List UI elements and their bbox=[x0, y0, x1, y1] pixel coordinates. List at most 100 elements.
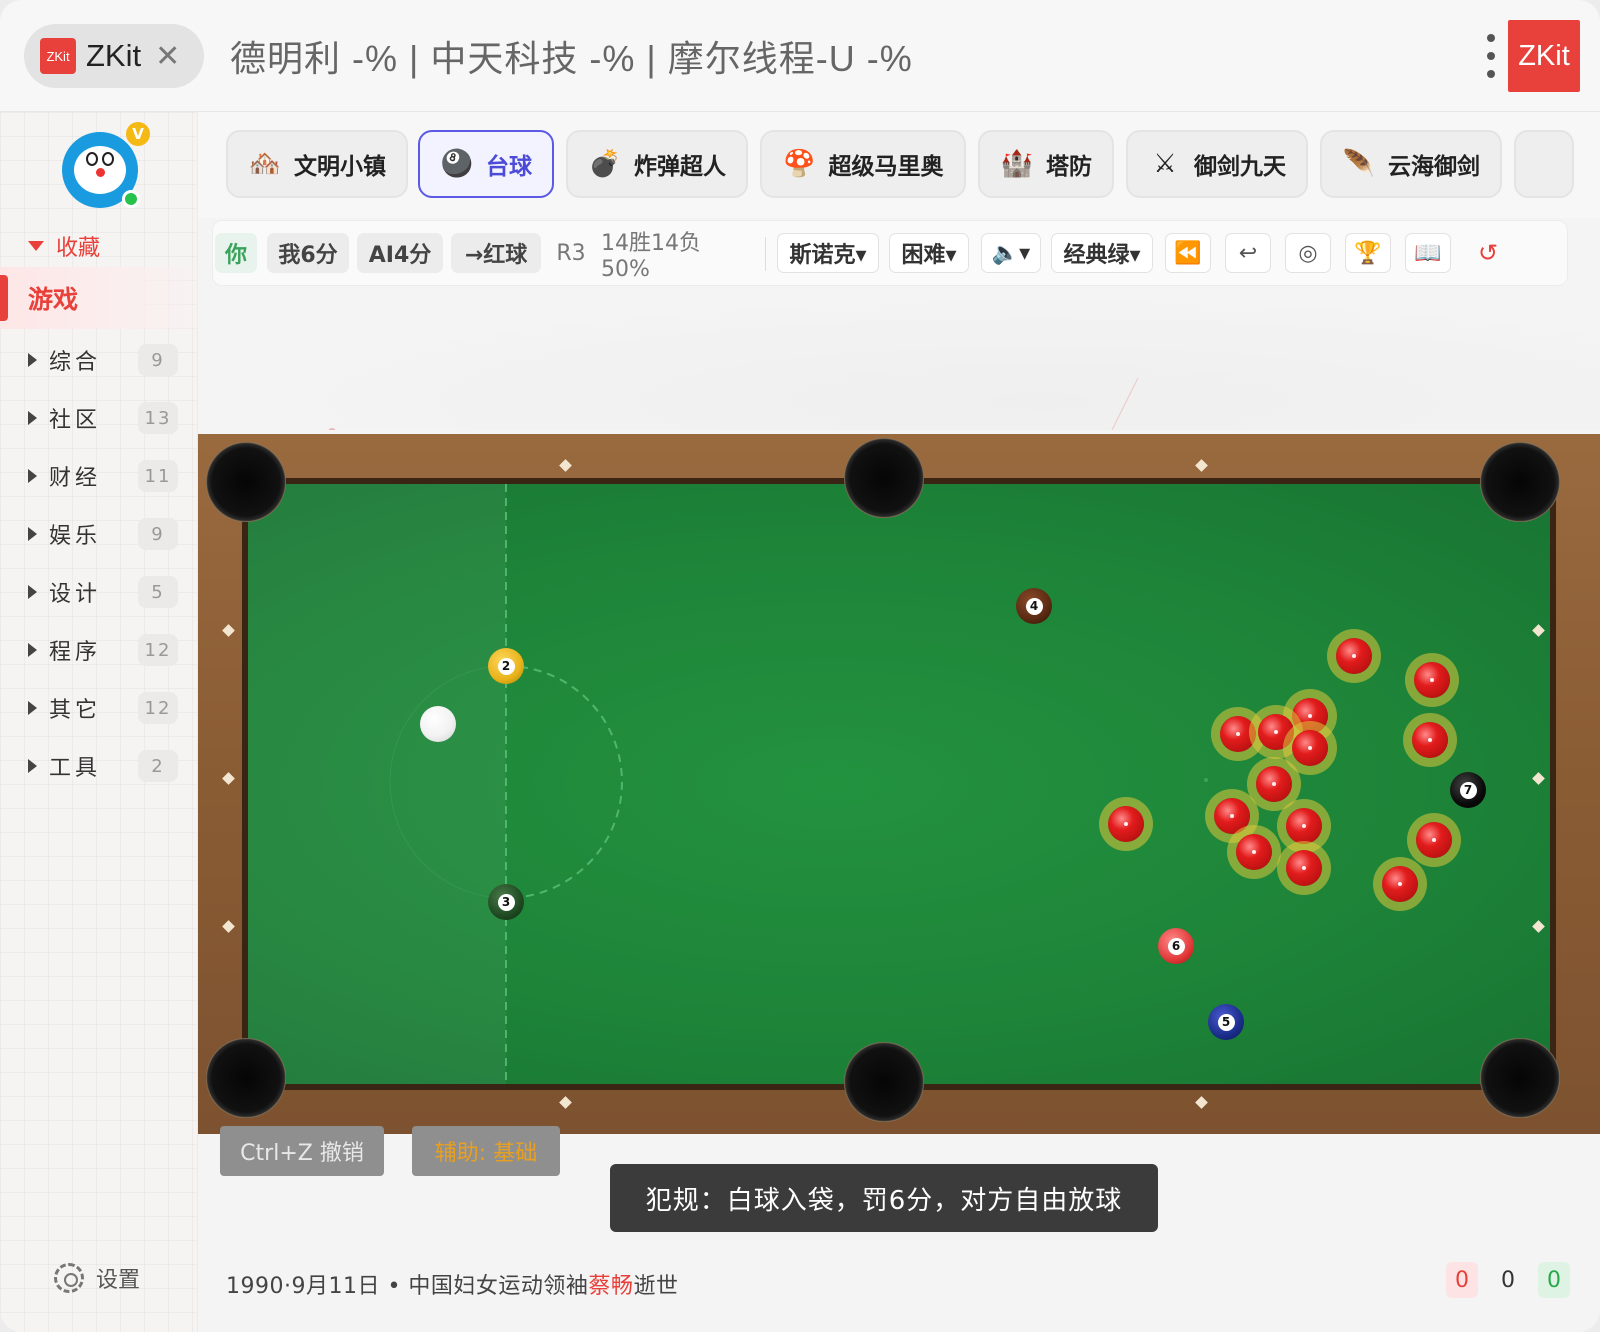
category-name: 其它 bbox=[49, 698, 102, 723]
more-menu-icon[interactable] bbox=[1485, 34, 1497, 78]
restart-icon[interactable]: ↺ bbox=[1465, 233, 1511, 273]
mode-select[interactable]: 斯诺克▾ bbox=[777, 233, 879, 273]
difficulty-select[interactable]: 困难▾ bbox=[889, 233, 969, 273]
pocket-bottom-left bbox=[206, 1038, 286, 1118]
category-name: 社区 bbox=[49, 408, 102, 433]
sidebar: V 收藏 游戏 综合 9 社区 13 财经 11 娱乐 9 设计 5 程序 12… bbox=[0, 112, 198, 1332]
settings-label: 设置 bbox=[96, 1268, 141, 1293]
main-content: 🏘️ 文明小镇 🎱 台球 💣 炸弹超人 🍄 超级马里奥 🏰 塔防 ⚔ 御剑九天 … bbox=[198, 112, 1600, 1332]
ball-7: 7 bbox=[1450, 772, 1486, 808]
target-icon[interactable]: ◎ bbox=[1285, 233, 1331, 273]
caret-right-icon bbox=[28, 643, 37, 657]
tab-cloud-sword[interactable]: 🪶 云海御剑 bbox=[1320, 130, 1502, 198]
tab-bomber[interactable]: 💣 炸弹超人 bbox=[566, 130, 748, 198]
status-counters: 0 0 0 bbox=[1446, 1262, 1570, 1298]
app-tab[interactable]: ZKit ZKit ✕ bbox=[24, 24, 204, 88]
my-score: 我6分 bbox=[267, 233, 349, 273]
rewind-icon[interactable]: ⏪ bbox=[1165, 233, 1211, 273]
mushroom-icon: 🍄 bbox=[783, 149, 816, 179]
online-status-icon bbox=[122, 190, 140, 208]
tab-label: 御剑九天 bbox=[1194, 154, 1286, 180]
gear-icon bbox=[54, 1263, 84, 1293]
win-record: 14胜14负 50% bbox=[601, 230, 701, 282]
category-count: 12 bbox=[138, 692, 178, 724]
book-icon[interactable]: 📖 bbox=[1405, 233, 1451, 273]
pocket-bottom-right bbox=[1480, 1038, 1560, 1118]
pocket-top-middle bbox=[844, 438, 924, 518]
green-counter: 0 bbox=[1538, 1262, 1570, 1298]
pocket-top-right bbox=[1480, 442, 1560, 522]
settings-button[interactable]: 设置 bbox=[54, 1262, 140, 1294]
tab-label: 超级马里奥 bbox=[828, 154, 944, 180]
caret-right-icon bbox=[28, 469, 37, 483]
category-count: 12 bbox=[138, 634, 178, 666]
tab-overflow[interactable] bbox=[1514, 130, 1574, 198]
sound-select[interactable]: 🔈▾ bbox=[981, 233, 1041, 273]
category-name: 程序 bbox=[49, 640, 102, 665]
news-text: 1990·9月11日 • 中国妇女运动领袖 bbox=[226, 1274, 589, 1299]
table-felt[interactable]: 2 3 4 5 6 7 bbox=[248, 484, 1550, 1084]
ball-5: 5 bbox=[1208, 1004, 1244, 1040]
sidebar-category[interactable]: 综合 9 bbox=[28, 340, 178, 380]
news-highlight: 蔡畅 bbox=[588, 1274, 634, 1299]
trophy-icon[interactable]: 🏆 bbox=[1345, 233, 1391, 273]
ai-score: AI4分 bbox=[357, 233, 443, 273]
sidebar-item-label: 游戏 bbox=[28, 285, 79, 314]
tab-sword-nine[interactable]: ⚔ 御剑九天 bbox=[1126, 130, 1308, 198]
return-icon[interactable]: ↩ bbox=[1225, 233, 1271, 273]
game-toolbar: 你 我6分 AI4分 →红球 R3 14胜14负 50% 斯诺克▾ 困难▾ 🔈▾… bbox=[212, 220, 1568, 286]
tab-mario[interactable]: 🍄 超级马里奥 bbox=[760, 130, 966, 198]
news-text-suffix: 逝世 bbox=[633, 1274, 679, 1299]
ball-4: 4 bbox=[1016, 588, 1052, 624]
tab-label: 云海御剑 bbox=[1388, 154, 1480, 180]
undo-button[interactable]: Ctrl+Z 撤销 bbox=[220, 1126, 384, 1176]
billiard-table[interactable]: 2 3 4 5 6 7 bbox=[198, 434, 1600, 1134]
sidebar-category[interactable]: 娱乐 9 bbox=[28, 514, 178, 554]
sidebar-category[interactable]: 设计 5 bbox=[28, 572, 178, 612]
caret-right-icon bbox=[28, 759, 37, 773]
caret-right-icon bbox=[28, 353, 37, 367]
red-ball bbox=[1292, 698, 1328, 734]
tab-label: 文明小镇 bbox=[294, 154, 386, 180]
red-counter: 0 bbox=[1446, 1262, 1478, 1298]
round-label: R3 bbox=[556, 240, 586, 266]
category-name: 财经 bbox=[49, 466, 102, 491]
tab-label: 炸弹超人 bbox=[634, 154, 726, 180]
tab-billiards[interactable]: 🎱 台球 bbox=[418, 130, 554, 198]
caret-right-icon bbox=[28, 585, 37, 599]
sidebar-item-games[interactable]: 游戏 bbox=[0, 267, 198, 329]
crossed-swords-icon: ⚔ bbox=[1153, 149, 1177, 179]
zkit-logo-icon: ZKit bbox=[40, 38, 76, 74]
cue-ball[interactable] bbox=[420, 706, 456, 742]
sidebar-category[interactable]: 程序 12 bbox=[28, 630, 178, 670]
favorites-toggle[interactable]: 收藏 bbox=[28, 230, 100, 262]
red-ball bbox=[1414, 662, 1450, 698]
tab-tower-defense[interactable]: 🏰 塔防 bbox=[978, 130, 1114, 198]
sidebar-category[interactable]: 财经 11 bbox=[28, 456, 178, 496]
red-ball bbox=[1416, 822, 1452, 858]
tab-civ-town[interactable]: 🏘️ 文明小镇 bbox=[226, 130, 408, 198]
game-tab-bar: 🏘️ 文明小镇 🎱 台球 💣 炸弹超人 🍄 超级马里奥 🏰 塔防 ⚔ 御剑九天 … bbox=[198, 112, 1600, 218]
sidebar-category[interactable]: 社区 13 bbox=[28, 398, 178, 438]
foul-toast: 犯规：白球入袋，罚6分，对方自由放球 bbox=[610, 1164, 1158, 1232]
red-ball bbox=[1220, 716, 1256, 752]
red-ball bbox=[1108, 806, 1144, 842]
assist-level-button[interactable]: 辅助: 基础 bbox=[412, 1126, 560, 1176]
house-icon: 🏘️ bbox=[248, 149, 282, 179]
close-icon[interactable]: ✕ bbox=[155, 39, 180, 74]
brand-badge[interactable]: ZKit bbox=[1508, 20, 1580, 92]
category-name: 设计 bbox=[49, 582, 102, 607]
category-count: 9 bbox=[138, 518, 178, 550]
sidebar-category[interactable]: 其它 12 bbox=[28, 688, 178, 728]
theme-select[interactable]: 经典绿▾ bbox=[1051, 233, 1153, 273]
tab-label: 塔防 bbox=[1046, 154, 1092, 180]
active-indicator bbox=[0, 275, 8, 321]
bomb-icon: 💣 bbox=[588, 149, 622, 179]
red-ball bbox=[1258, 714, 1294, 750]
news-ticker[interactable]: 1990·9月11日 • 中国妇女运动领袖蔡畅逝世 bbox=[226, 1268, 678, 1300]
red-ball bbox=[1236, 834, 1272, 870]
red-ball bbox=[1412, 722, 1448, 758]
pocket-top-left bbox=[206, 442, 286, 522]
app-tab-label: ZKit bbox=[86, 38, 142, 73]
sidebar-category[interactable]: 工具 2 bbox=[28, 746, 178, 786]
